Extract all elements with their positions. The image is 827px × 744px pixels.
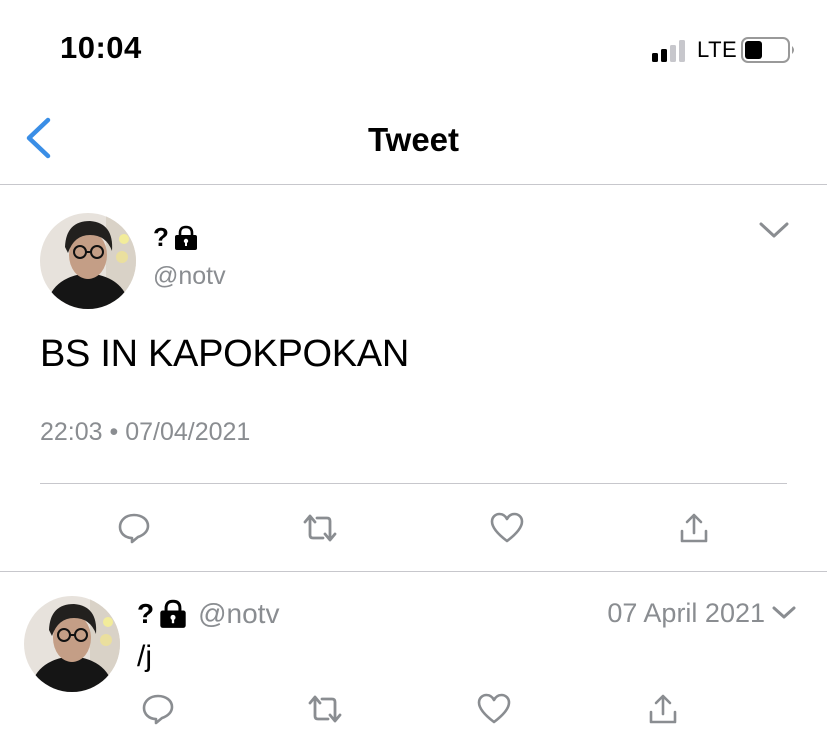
nav-divider [0, 184, 827, 185]
tweet-detail-screen: 10:04 LTE Tweet ? @notv BS IN KAPOKPOKAN… [0, 0, 827, 744]
retweet-icon [308, 695, 342, 723]
share-button[interactable] [674, 508, 714, 548]
reply-button[interactable] [114, 508, 154, 548]
network-type: LTE [697, 37, 738, 62]
retweet-button[interactable] [300, 508, 340, 548]
tweet-options-button[interactable] [758, 220, 790, 245]
reply-icon [142, 694, 174, 725]
author-name-row[interactable]: ? [153, 222, 199, 253]
like-icon [490, 512, 524, 543]
chevron-down-icon [772, 606, 796, 619]
retweet-icon [303, 514, 337, 542]
reply-text: /j [137, 640, 152, 673]
display-name: ? [153, 222, 169, 252]
handle[interactable]: @notv [153, 262, 226, 291]
tweet-text: BS IN KAPOKPOKAN [40, 333, 409, 375]
reply-display-name: ? [137, 598, 155, 629]
like-icon [477, 693, 511, 724]
reply-handle: @notv [198, 598, 280, 629]
share-icon [680, 513, 708, 543]
status-time: 10:04 [60, 30, 142, 65]
signal-strength-icon [652, 38, 692, 62]
battery-icon [741, 37, 797, 63]
share-icon [649, 694, 677, 724]
reply-like-button[interactable] [474, 689, 514, 729]
lock-icon [174, 225, 197, 250]
like-button[interactable] [487, 508, 527, 548]
lock-icon [160, 599, 186, 628]
tweet-divider [40, 483, 787, 484]
reply-retweet-button[interactable] [305, 689, 345, 729]
reply-date: 07 April 2021 [607, 598, 765, 628]
reply-icon [118, 513, 150, 544]
tweet-timestamp[interactable]: 22:03 • 07/04/2021 [40, 418, 250, 447]
chevron-down-icon [759, 222, 789, 238]
reply-share-button[interactable] [643, 689, 683, 729]
reply-reply-button[interactable] [138, 689, 178, 729]
section-divider [0, 571, 827, 572]
reply-options-button[interactable] [771, 604, 797, 627]
avatar[interactable] [40, 213, 136, 309]
reply-avatar[interactable] [24, 596, 120, 692]
page-title: Tweet [367, 121, 460, 158]
reply-author-row[interactable]: ? @notv [137, 598, 279, 630]
